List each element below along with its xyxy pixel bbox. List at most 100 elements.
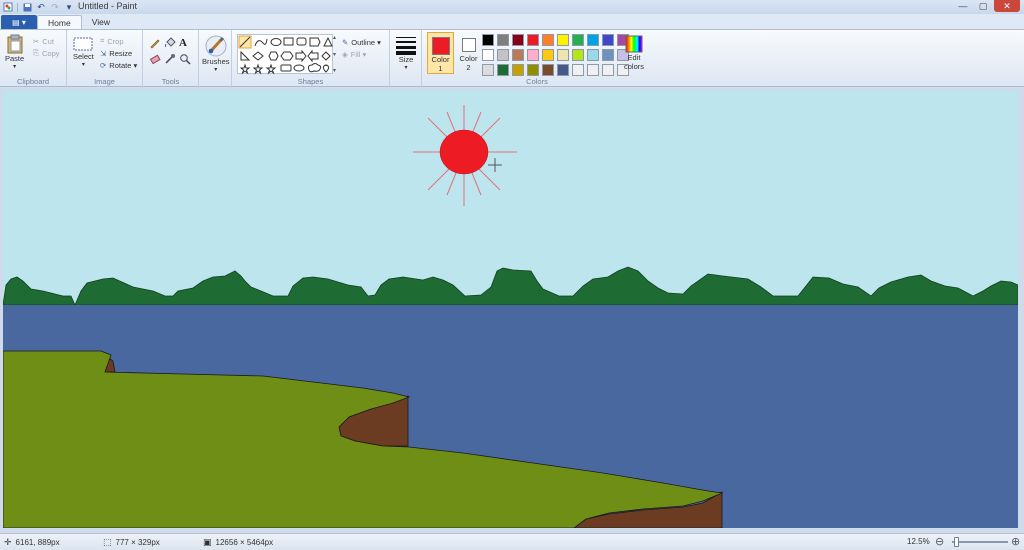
color-picker-icon[interactable] [164, 53, 179, 69]
crop-label: Crop [107, 36, 124, 46]
maximize-button[interactable]: ▢ [974, 0, 992, 12]
close-button[interactable]: ✕ [994, 0, 1020, 12]
paint-app-icon[interactable] [3, 2, 13, 12]
crop-button[interactable]: ⌗ Crop [100, 35, 137, 47]
drawing-canvas[interactable] [3, 91, 1018, 528]
palette-swatch[interactable] [482, 64, 494, 76]
palette-swatch[interactable] [542, 64, 554, 76]
copy-label: Copy [42, 48, 60, 58]
sun [439, 129, 489, 175]
magnifier-icon[interactable] [179, 53, 194, 69]
chevron-down-icon: ▾ [13, 64, 17, 70]
edit-colors-label1: Edit [627, 53, 641, 62]
zoom-in-button[interactable]: ⊕ [1011, 535, 1020, 548]
palette-swatch[interactable] [497, 34, 509, 46]
zoom-level: 12.5% [907, 537, 930, 546]
cursor-position-text: 6161, 889px [15, 538, 60, 547]
group-label: Shapes [297, 77, 324, 86]
tools-group: A Tools [143, 30, 199, 88]
eraser-icon[interactable] [149, 53, 164, 69]
palette-swatch[interactable] [557, 34, 569, 46]
palette-swatch[interactable] [527, 64, 539, 76]
palette-swatch[interactable] [527, 34, 539, 46]
palette-swatch[interactable] [512, 64, 524, 76]
file-menu-button[interactable]: ▤ ▾ [1, 15, 37, 29]
palette-swatch[interactable] [512, 34, 524, 46]
select-button[interactable]: Select ▾ [73, 36, 94, 68]
brushes-button[interactable]: Brushes ▾ [202, 35, 230, 73]
brush-icon [205, 35, 227, 57]
expand-icon[interactable]: ▾ [333, 67, 341, 74]
minimize-button[interactable]: — [954, 0, 972, 12]
selection-size-text: 777 × 329px [115, 538, 160, 547]
pencil-icon[interactable] [149, 37, 164, 53]
palette-swatch[interactable] [482, 49, 494, 61]
palette-swatch[interactable] [557, 64, 569, 76]
palette-swatch[interactable] [602, 34, 614, 46]
zoom-out-button[interactable]: ⊖ [935, 535, 944, 548]
palette-swatch[interactable] [572, 64, 584, 76]
palette-swatch[interactable] [572, 49, 584, 61]
palette-swatch[interactable] [497, 49, 509, 61]
fill-bucket-icon[interactable] [164, 37, 179, 53]
selection-icon: ⬚ [103, 537, 112, 547]
selection-size: ⬚ 777 × 329px [103, 537, 160, 548]
palette-swatch[interactable] [602, 64, 614, 76]
color1-number: 1 [438, 64, 443, 73]
palette-swatch[interactable] [557, 49, 569, 61]
palette-swatch[interactable] [542, 34, 554, 46]
text-tool-icon[interactable]: A [179, 37, 194, 53]
cut-label: Cut [42, 36, 54, 46]
palette-swatch[interactable] [587, 34, 599, 46]
ribbon-tabs: ▤ ▾ Home View [0, 14, 1024, 29]
scissors-icon: ✂ [33, 36, 40, 46]
color2-swatch [461, 38, 476, 52]
color2-number: 2 [466, 63, 471, 72]
paste-button[interactable]: Paste ▾ [5, 34, 24, 70]
cut-button[interactable]: ✂ Cut [33, 35, 60, 47]
palette-swatch[interactable] [587, 49, 599, 61]
palette-swatch[interactable] [572, 34, 584, 46]
paste-icon [7, 34, 23, 54]
select-icon [73, 37, 93, 51]
resize-icon: ⇲ [100, 48, 107, 58]
fill-button[interactable]: ◈ Fill ▾ [342, 48, 381, 60]
size-button[interactable]: Size ▾ [395, 35, 417, 71]
palette-swatch[interactable] [482, 34, 494, 46]
palette-swatch[interactable] [497, 64, 509, 76]
palette-swatch[interactable] [587, 64, 599, 76]
shapes-scroll[interactable]: ▴ ▾ ▾ [333, 34, 341, 74]
undo-icon[interactable]: ↶ [36, 2, 46, 12]
palette-swatch[interactable] [542, 49, 554, 61]
resize-label: Resize [109, 48, 133, 58]
customize-toolbar-icon[interactable]: ▾ [64, 2, 74, 12]
outline-button[interactable]: ✎ Outline ▾ [342, 36, 381, 48]
image-size: ▣ 12656 × 5464px [203, 537, 273, 548]
zoom-slider-thumb[interactable] [954, 537, 959, 547]
redo-icon[interactable]: ↷ [50, 2, 60, 12]
color1-button[interactable]: Color 1 [427, 32, 454, 74]
tab-home[interactable]: Home [37, 15, 82, 29]
rotate-icon: ⟳ [100, 60, 107, 70]
image-size-text: 12656 × 5464px [215, 538, 274, 547]
palette-swatch[interactable] [602, 49, 614, 61]
group-label: Colors [526, 77, 548, 86]
tab-view[interactable]: View [82, 15, 120, 29]
palette-swatch[interactable] [527, 49, 539, 61]
copy-button[interactable]: ⎘ Copy [33, 47, 60, 59]
cursor-position: ✛ 6161, 889px [4, 537, 60, 548]
edit-colors-button[interactable]: Edit colors [624, 35, 644, 71]
chevron-down-icon[interactable]: ▾ [333, 51, 341, 58]
palette-swatch[interactable] [512, 49, 524, 61]
shapes-icons [238, 35, 333, 75]
zoom-slider-track[interactable] [952, 541, 1008, 543]
chevron-up-icon[interactable]: ▴ [333, 34, 341, 41]
rotate-button[interactable]: ⟳ Rotate ▾ [100, 59, 137, 71]
chevron-down-icon: ▾ [81, 62, 85, 68]
line-size-icon [396, 37, 416, 55]
color2-button[interactable]: Color 2 [455, 32, 482, 74]
title-bar: ↶ ↷ ▾ Untitled - Paint — ▢ ✕ [0, 0, 1024, 14]
window-controls: — ▢ ✕ [954, 0, 1020, 12]
save-icon[interactable] [22, 2, 32, 12]
resize-button[interactable]: ⇲ Resize [100, 47, 137, 59]
